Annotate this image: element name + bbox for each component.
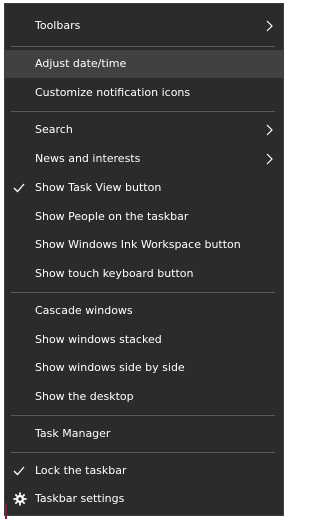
- screenshot-frame: Toolbars Adjust date/time Customize noti…: [0, 0, 287, 523]
- menu-item-label: Show Task View button: [35, 181, 162, 194]
- menu-item-lock-the-taskbar[interactable]: Lock the taskbar: [5, 457, 283, 485]
- text-cursor-mark: [5, 503, 7, 519]
- menu-item-adjust-date-time[interactable]: Adjust date/time: [5, 50, 283, 78]
- menu-item-show-people[interactable]: Show People on the taskbar: [5, 203, 283, 231]
- menu-item-label: Show windows stacked: [35, 333, 162, 346]
- menu-item-label: Cascade windows: [35, 304, 133, 317]
- gear-icon: [13, 492, 27, 506]
- checkmark-icon: [13, 183, 25, 193]
- chevron-right-icon: [266, 124, 273, 136]
- menu-separator: [11, 46, 275, 47]
- menu-item-label: Show the desktop: [35, 390, 134, 403]
- menu-separator: [11, 452, 275, 453]
- menu-item-label: Show Windows Ink Workspace button: [35, 238, 241, 251]
- menu-item-label: Show windows side by side: [35, 361, 185, 374]
- menu-item-show-touch-keyboard[interactable]: Show touch keyboard button: [5, 260, 283, 288]
- menu-item-show-the-desktop[interactable]: Show the desktop: [5, 383, 283, 411]
- menu-item-toolbars[interactable]: Toolbars: [5, 12, 283, 40]
- menu-item-show-windows-stacked[interactable]: Show windows stacked: [5, 326, 283, 354]
- menu-item-cascade-windows[interactable]: Cascade windows: [5, 297, 283, 325]
- menu-item-search[interactable]: Search: [5, 116, 283, 144]
- menu-item-label: Task Manager: [35, 427, 111, 440]
- menu-separator: [11, 292, 275, 293]
- menu-item-label: Show touch keyboard button: [35, 267, 194, 280]
- taskbar-context-menu: Toolbars Adjust date/time Customize noti…: [4, 3, 284, 516]
- menu-separator: [11, 415, 275, 416]
- menu-item-task-manager[interactable]: Task Manager: [5, 420, 283, 448]
- chevron-right-icon: [266, 20, 273, 32]
- chevron-right-icon: [266, 153, 273, 165]
- menu-item-label: News and interests: [35, 152, 141, 165]
- menu-item-taskbar-settings[interactable]: Taskbar settings: [5, 485, 283, 513]
- menu-item-label: Lock the taskbar: [35, 464, 127, 477]
- menu-item-customize-notification-icons[interactable]: Customize notification icons: [5, 79, 283, 107]
- menu-item-show-ink-workspace[interactable]: Show Windows Ink Workspace button: [5, 231, 283, 259]
- menu-item-label: Show People on the taskbar: [35, 210, 189, 223]
- menu-item-show-windows-side-by-side[interactable]: Show windows side by side: [5, 354, 283, 382]
- checkmark-icon: [13, 466, 25, 476]
- menu-item-label: Toolbars: [35, 19, 81, 32]
- menu-item-label: Search: [35, 123, 73, 136]
- menu-item-label: Customize notification icons: [35, 86, 191, 99]
- menu-item-label: Taskbar settings: [35, 492, 125, 505]
- menu-item-news-and-interests[interactable]: News and interests: [5, 145, 283, 173]
- menu-item-show-task-view-button[interactable]: Show Task View button: [5, 174, 283, 202]
- menu-separator: [11, 111, 275, 112]
- menu-item-label: Adjust date/time: [35, 57, 127, 70]
